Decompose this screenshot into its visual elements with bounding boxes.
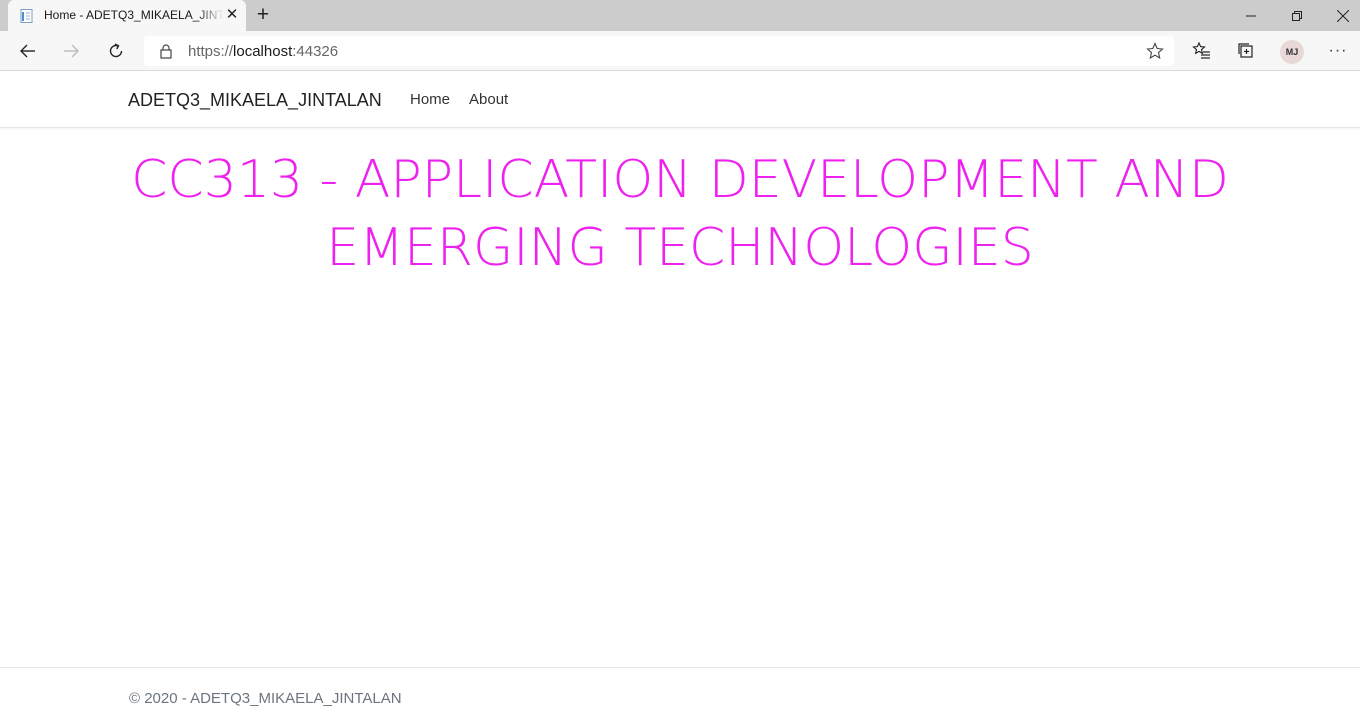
- star-icon[interactable]: [1146, 42, 1164, 60]
- page-icon: [19, 8, 35, 24]
- site-navbar: ADETQ3_MIKAELA_JINTALAN Home About: [0, 72, 1360, 128]
- site-brand-link[interactable]: ADETQ3_MIKAELA_JINTALAN: [128, 90, 382, 111]
- nav-link-about[interactable]: About: [469, 91, 508, 108]
- collections-icon[interactable]: [1236, 41, 1256, 61]
- footer-copyright: © 2020 - ADETQ3_MIKAELA_JINTALAN: [129, 690, 402, 707]
- url-text[interactable]: https://localhost:44326: [188, 43, 338, 60]
- browser-tab[interactable]: Home - ADETQ3_MIKAELA_JINTALAN ✕: [8, 0, 246, 31]
- lock-icon[interactable]: [158, 43, 174, 59]
- arrow-left-icon[interactable]: [12, 35, 44, 67]
- minimize-button[interactable]: [1228, 0, 1274, 31]
- close-icon[interactable]: ✕: [224, 7, 240, 23]
- tab-title: Home - ADETQ3_MIKAELA_JINTALAN: [44, 8, 224, 22]
- site-footer: © 2020 - ADETQ3_MIKAELA_JINTALAN: [0, 667, 1360, 722]
- window-close-button[interactable]: [1320, 0, 1360, 31]
- url-host: localhost: [233, 43, 293, 60]
- url-port: :44326: [292, 43, 339, 60]
- arrow-right-icon[interactable]: [55, 35, 87, 67]
- plus-icon[interactable]: +: [253, 3, 273, 27]
- browser-toolbar: https://localhost:44326 MJ ···: [0, 31, 1360, 71]
- page-heading-line-2: EMERGING TECHNOLOGIES: [326, 218, 1034, 278]
- refresh-icon[interactable]: [100, 35, 132, 67]
- page-heading-line-1: CC313 - APPLICATION DEVELOPMENT AND: [131, 150, 1229, 210]
- favorites-icon[interactable]: [1192, 41, 1212, 61]
- profile-avatar[interactable]: MJ: [1280, 40, 1304, 64]
- url-scheme: https://: [188, 43, 234, 60]
- address-bar[interactable]: https://localhost:44326: [144, 36, 1174, 66]
- restore-button[interactable]: [1274, 0, 1320, 31]
- page-heading: CC313 - APPLICATION DEVELOPMENT AND EMER…: [0, 146, 1360, 282]
- more-icon[interactable]: ···: [1328, 41, 1348, 61]
- browser-tabbar: Home - ADETQ3_MIKAELA_JINTALAN ✕ +: [0, 0, 1360, 31]
- nav-link-home[interactable]: Home: [410, 91, 450, 108]
